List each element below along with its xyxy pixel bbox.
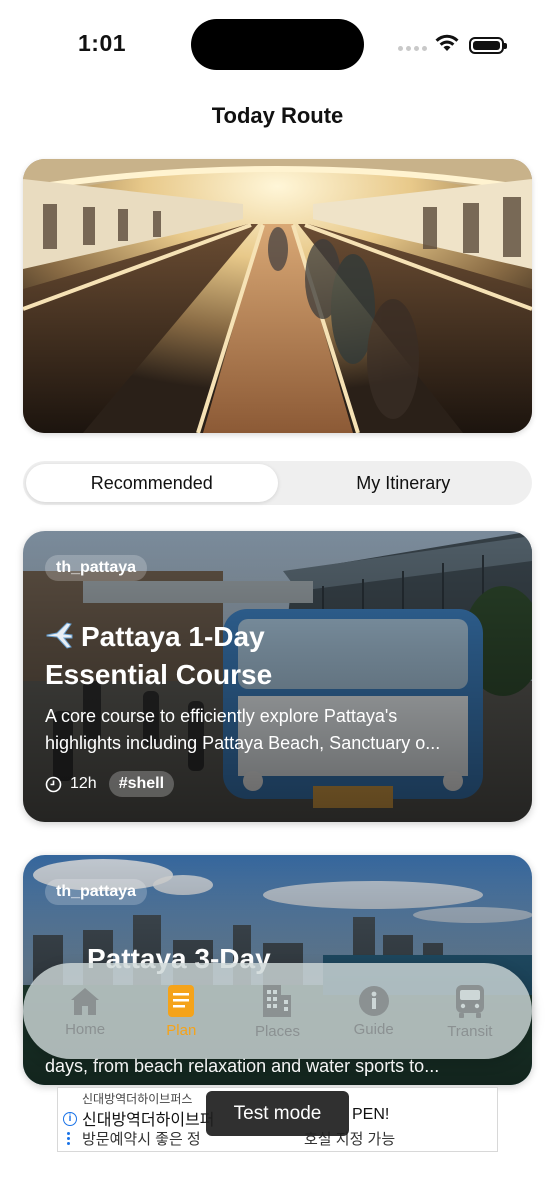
region-tag: th_pattaya [45,555,148,581]
route-card[interactable]: th_pattaya Pattaya 1-Day Essential Cours… [23,531,532,822]
tab-recommended[interactable]: Recommended [26,464,278,502]
status-bar: 1:01 [0,0,555,90]
clock-icon [45,776,62,792]
tab-places-label: Places [254,1022,300,1040]
card-title: Pattaya 1-Day Essential Course [45,618,515,694]
info-icon [358,985,389,1016]
hashtag-badge: #shell [108,771,175,797]
tab-guide[interactable]: Guide [334,985,414,1038]
ad-info-icon[interactable]: i [63,1112,77,1126]
wifi-icon [435,34,459,51]
card-title-line2: Essential Course [45,659,273,690]
bottom-tab-bar: Home Plan Places Guide Transit [23,963,532,1059]
dynamic-island [191,19,364,70]
building-icon [263,984,292,1017]
card-title-line1: Pattaya 1-Day [81,621,265,652]
plan-icon [168,984,195,1017]
hero-image [23,159,532,433]
ad-advertiser: 신대방역더하이브퍼스 [82,1092,193,1106]
ad-more-icon[interactable] [67,1132,70,1145]
tab-my-itinerary[interactable]: My Itinerary [278,464,530,502]
card-meta: 12h #shell [45,771,175,797]
tab-transit[interactable]: Transit [430,983,510,1040]
card-description: A core course to efficiently explore Pat… [45,706,441,753]
tab-plan-label: Plan [166,1021,197,1039]
tab-home-label: Home [65,1020,106,1038]
tab-guide-label: Guide [353,1020,394,1038]
tab-places[interactable]: Places [237,983,317,1040]
bus-icon [455,984,484,1018]
duration-label: 12h [70,775,97,792]
ad-headline: 신대방역더하이브퍼 PEN! [82,1106,390,1129]
tab-plan[interactable]: Plan [141,984,221,1039]
test-mode-toast: Test mode [206,1091,349,1136]
battery-icon [469,37,507,54]
tab-transit-label: Transit [447,1022,493,1040]
route-segmented-control: Recommended My Itinerary [23,461,532,505]
cellular-signal-icon [398,46,427,51]
tab-home[interactable]: Home [45,985,125,1038]
airplane-icon [45,618,75,656]
status-time: 1:01 [78,30,127,56]
home-icon [71,987,100,1015]
page-title: Today Route [211,103,344,128]
region-tag: th_pattaya [45,879,148,905]
